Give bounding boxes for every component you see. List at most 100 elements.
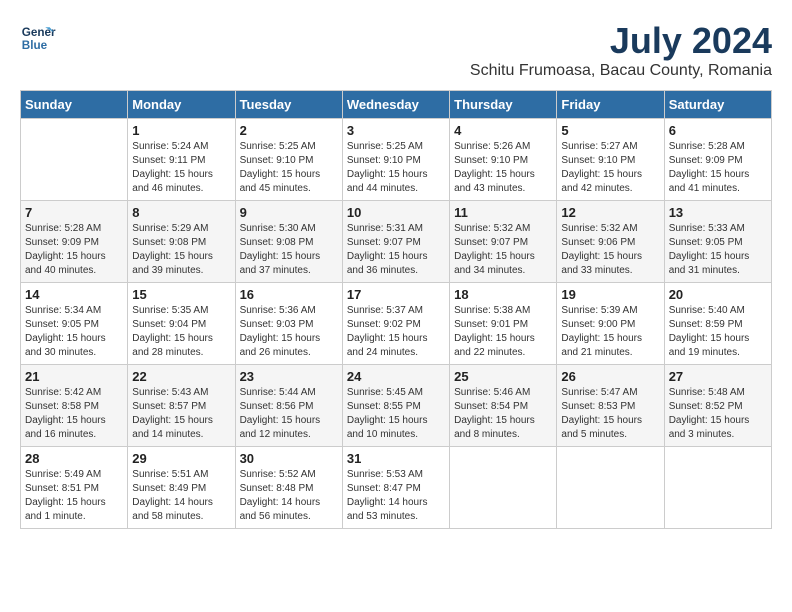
day-header-thursday: Thursday — [450, 91, 557, 119]
day-info: Sunrise: 5:35 AM Sunset: 9:04 PM Dayligh… — [132, 304, 230, 360]
day-info: Sunrise: 5:36 AM Sunset: 9:03 PM Dayligh… — [240, 304, 338, 360]
calendar-cell — [664, 447, 771, 529]
day-info: Sunrise: 5:30 AM Sunset: 9:08 PM Dayligh… — [240, 222, 338, 278]
calendar-cell: 2 Sunrise: 5:25 AM Sunset: 9:10 PM Daylig… — [235, 119, 342, 201]
day-number: 30 — [240, 451, 338, 466]
day-number: 28 — [25, 451, 123, 466]
calendar-cell: 25 Sunrise: 5:46 AM Sunset: 8:54 PM Dayli… — [450, 365, 557, 447]
calendar-cell: 9 Sunrise: 5:30 AM Sunset: 9:08 PM Daylig… — [235, 201, 342, 283]
day-number: 23 — [240, 369, 338, 384]
day-number: 9 — [240, 205, 338, 220]
day-info: Sunrise: 5:52 AM Sunset: 8:48 PM Dayligh… — [240, 468, 338, 524]
calendar-cell: 19 Sunrise: 5:39 AM Sunset: 9:00 PM Dayli… — [557, 283, 664, 365]
day-info: Sunrise: 5:25 AM Sunset: 9:10 PM Dayligh… — [240, 140, 338, 196]
day-info: Sunrise: 5:49 AM Sunset: 8:51 PM Dayligh… — [25, 468, 123, 524]
day-info: Sunrise: 5:25 AM Sunset: 9:10 PM Dayligh… — [347, 140, 445, 196]
calendar-cell: 26Sunrise: 5:47 AM Sunset: 8:53 PM Dayli… — [557, 365, 664, 447]
day-number: 1 — [132, 123, 230, 138]
day-info: Sunrise: 5:34 AM Sunset: 9:05 PM Dayligh… — [25, 304, 123, 360]
day-header-monday: Monday — [128, 91, 235, 119]
calendar-cell: 8Sunrise: 5:29 AM Sunset: 9:08 PM Daylig… — [128, 201, 235, 283]
calendar-cell: 31 Sunrise: 5:53 AM Sunset: 8:47 PM Dayli… — [342, 447, 449, 529]
calendar-cell: 18 Sunrise: 5:38 AM Sunset: 9:01 PM Dayli… — [450, 283, 557, 365]
day-header-friday: Friday — [557, 91, 664, 119]
day-info: Sunrise: 5:47 AM Sunset: 8:53 PM Dayligh… — [561, 386, 659, 442]
day-info: Sunrise: 5:51 AM Sunset: 8:49 PM Dayligh… — [132, 468, 230, 524]
day-number: 6 — [669, 123, 767, 138]
main-title: July 2024 — [470, 20, 772, 62]
day-number: 22 — [132, 369, 230, 384]
calendar-cell: 12 Sunrise: 5:32 AM Sunset: 9:06 PM Dayli… — [557, 201, 664, 283]
day-number: 5 — [561, 123, 659, 138]
day-header-sunday: Sunday — [21, 91, 128, 119]
title-area: July 2024 Schitu Frumoasa, Bacau County,… — [470, 20, 772, 80]
day-info: Sunrise: 5:44 AM Sunset: 8:56 PM Dayligh… — [240, 386, 338, 442]
calendar-cell: 23 Sunrise: 5:44 AM Sunset: 8:56 PM Dayli… — [235, 365, 342, 447]
day-number: 4 — [454, 123, 552, 138]
header: General Blue July 2024 Schitu Frumoasa, … — [20, 20, 772, 80]
day-number: 18 — [454, 287, 552, 302]
day-info: Sunrise: 5:53 AM Sunset: 8:47 PM Dayligh… — [347, 468, 445, 524]
day-number: 10 — [347, 205, 445, 220]
day-info: Sunrise: 5:32 AM Sunset: 9:06 PM Dayligh… — [561, 222, 659, 278]
day-number: 7 — [25, 205, 123, 220]
day-info: Sunrise: 5:27 AM Sunset: 9:10 PM Dayligh… — [561, 140, 659, 196]
calendar-cell: 29 Sunrise: 5:51 AM Sunset: 8:49 PM Dayli… — [128, 447, 235, 529]
calendar-cell: 27 Sunrise: 5:48 AM Sunset: 8:52 PM Dayli… — [664, 365, 771, 447]
calendar-cell — [450, 447, 557, 529]
day-number: 27 — [669, 369, 767, 384]
day-number: 2 — [240, 123, 338, 138]
day-info: Sunrise: 5:39 AM Sunset: 9:00 PM Dayligh… — [561, 304, 659, 360]
day-info: Sunrise: 5:46 AM Sunset: 8:54 PM Dayligh… — [454, 386, 552, 442]
day-number: 12 — [561, 205, 659, 220]
day-header-saturday: Saturday — [664, 91, 771, 119]
calendar-cell: 15 Sunrise: 5:35 AM Sunset: 9:04 PM Dayli… — [128, 283, 235, 365]
day-info: Sunrise: 5:42 AM Sunset: 8:58 PM Dayligh… — [25, 386, 123, 442]
svg-text:Blue: Blue — [22, 39, 48, 52]
day-info: Sunrise: 5:24 AM Sunset: 9:11 PM Dayligh… — [132, 140, 230, 196]
calendar-cell: 13 Sunrise: 5:33 AM Sunset: 9:05 PM Dayli… — [664, 201, 771, 283]
day-info: Sunrise: 5:43 AM Sunset: 8:57 PM Dayligh… — [132, 386, 230, 442]
calendar-cell: 16 Sunrise: 5:36 AM Sunset: 9:03 PM Dayli… — [235, 283, 342, 365]
calendar-cell: 7 Sunrise: 5:28 AM Sunset: 9:09 PM Daylig… — [21, 201, 128, 283]
day-info: Sunrise: 5:45 AM Sunset: 8:55 PM Dayligh… — [347, 386, 445, 442]
day-number: 29 — [132, 451, 230, 466]
day-info: Sunrise: 5:37 AM Sunset: 9:02 PM Dayligh… — [347, 304, 445, 360]
calendar-cell: 17 Sunrise: 5:37 AM Sunset: 9:02 PM Dayli… — [342, 283, 449, 365]
day-number: 24 — [347, 369, 445, 384]
calendar-cell: 24 Sunrise: 5:45 AM Sunset: 8:55 PM Dayli… — [342, 365, 449, 447]
day-info: Sunrise: 5:29 AM Sunset: 9:08 PM Dayligh… — [132, 222, 230, 278]
day-info: Sunrise: 5:32 AM Sunset: 9:07 PM Dayligh… — [454, 222, 552, 278]
week-row-5: 28 Sunrise: 5:49 AM Sunset: 8:51 PM Dayli… — [21, 447, 772, 529]
week-row-4: 21 Sunrise: 5:42 AM Sunset: 8:58 PM Dayli… — [21, 365, 772, 447]
day-number: 20 — [669, 287, 767, 302]
calendar-cell: 5 Sunrise: 5:27 AM Sunset: 9:10 PM Daylig… — [557, 119, 664, 201]
calendar-cell: 22 Sunrise: 5:43 AM Sunset: 8:57 PM Dayli… — [128, 365, 235, 447]
calendar-cell: 30 Sunrise: 5:52 AM Sunset: 8:48 PM Dayli… — [235, 447, 342, 529]
day-number: 16 — [240, 287, 338, 302]
calendar-cell — [557, 447, 664, 529]
day-info: Sunrise: 5:28 AM Sunset: 9:09 PM Dayligh… — [25, 222, 123, 278]
day-info: Sunrise: 5:31 AM Sunset: 9:07 PM Dayligh… — [347, 222, 445, 278]
day-info: Sunrise: 5:26 AM Sunset: 9:10 PM Dayligh… — [454, 140, 552, 196]
calendar-table: SundayMondayTuesdayWednesdayThursdayFrid… — [20, 90, 772, 529]
day-number: 25 — [454, 369, 552, 384]
calendar-cell: 21 Sunrise: 5:42 AM Sunset: 8:58 PM Dayli… — [21, 365, 128, 447]
calendar-cell: 14 Sunrise: 5:34 AM Sunset: 9:05 PM Dayli… — [21, 283, 128, 365]
calendar-cell: 3Sunrise: 5:25 AM Sunset: 9:10 PM Daylig… — [342, 119, 449, 201]
day-info: Sunrise: 5:48 AM Sunset: 8:52 PM Dayligh… — [669, 386, 767, 442]
day-number: 21 — [25, 369, 123, 384]
calendar-cell — [21, 119, 128, 201]
day-number: 17 — [347, 287, 445, 302]
day-number: 15 — [132, 287, 230, 302]
calendar-cell: 1 Sunrise: 5:24 AM Sunset: 9:11 PM Daylig… — [128, 119, 235, 201]
day-info: Sunrise: 5:33 AM Sunset: 9:05 PM Dayligh… — [669, 222, 767, 278]
day-number: 19 — [561, 287, 659, 302]
day-number: 14 — [25, 287, 123, 302]
week-row-3: 14 Sunrise: 5:34 AM Sunset: 9:05 PM Dayli… — [21, 283, 772, 365]
day-info: Sunrise: 5:28 AM Sunset: 9:09 PM Dayligh… — [669, 140, 767, 196]
day-info: Sunrise: 5:38 AM Sunset: 9:01 PM Dayligh… — [454, 304, 552, 360]
day-number: 13 — [669, 205, 767, 220]
day-number: 31 — [347, 451, 445, 466]
subtitle: Schitu Frumoasa, Bacau County, Romania — [470, 62, 772, 80]
